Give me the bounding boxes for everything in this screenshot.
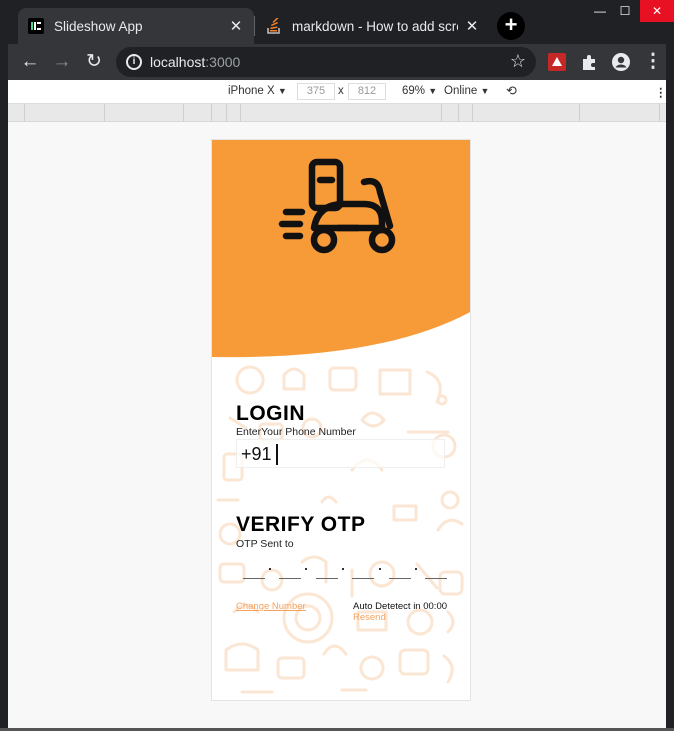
- ruler-tick: [458, 104, 459, 122]
- url-host: localhost: [150, 54, 206, 70]
- site-info-icon[interactable]: i: [126, 54, 142, 70]
- tab-markdown[interactable]: markdown - How to add screens ✕: [256, 8, 490, 44]
- tab-title: markdown - How to add screens: [292, 18, 458, 34]
- extension-puzzle-red-icon[interactable]: [547, 52, 567, 72]
- network-value: Online: [444, 85, 478, 97]
- otp-separator: [379, 568, 381, 570]
- forward-button[interactable]: →: [50, 50, 74, 74]
- otp-separator: [342, 568, 344, 570]
- auto-detect-timer: Auto Detetect in 00:00: [353, 601, 448, 612]
- otp-digit-input[interactable]: [243, 563, 265, 579]
- ruler-tick: [211, 104, 212, 122]
- window-frame-left: [0, 44, 8, 731]
- tab-close-icon[interactable]: ✕: [464, 17, 480, 35]
- ruler-tick: [579, 104, 580, 122]
- network-throttle-select[interactable]: Online ▼: [444, 85, 489, 97]
- ruler-tick: [183, 104, 184, 122]
- reload-button[interactable]: ↻: [82, 50, 106, 74]
- device-select[interactable]: iPhone X ▼: [228, 85, 287, 97]
- stackoverflow-favicon-icon: [267, 18, 280, 34]
- login-heading: LOGIN: [236, 402, 305, 425]
- dimension-times: x: [338, 85, 344, 97]
- media-query-ruler: [0, 104, 674, 122]
- ruler-tick: [240, 104, 241, 122]
- device-name: iPhone X: [228, 85, 275, 97]
- otp-digit-input[interactable]: [389, 563, 411, 579]
- device-height-input[interactable]: 812: [348, 83, 386, 100]
- maximize-button[interactable]: ☐: [610, 0, 640, 22]
- extensions-puzzle-icon[interactable]: [579, 52, 599, 72]
- dropdown-icon: ▼: [277, 86, 287, 96]
- browser-menu-icon[interactable]: ⋮: [641, 50, 665, 74]
- zoom-select[interactable]: 69% ▼: [402, 85, 437, 97]
- otp-digit-input[interactable]: [425, 563, 447, 579]
- verify-otp-heading: VERIFY OTP: [236, 513, 366, 536]
- ruler-tick: [659, 104, 660, 122]
- zoom-value: 69%: [402, 85, 426, 97]
- profile-avatar-icon[interactable]: [611, 52, 631, 72]
- tab-title: Slideshow App: [54, 18, 143, 34]
- otp-separator: [415, 568, 417, 570]
- ruler-tick: [441, 104, 442, 122]
- login-subtitle: EnterYour Phone Number: [236, 426, 356, 438]
- tab-separator: [254, 16, 255, 36]
- rotate-icon[interactable]: ⟲: [506, 83, 517, 99]
- country-code-prefix: +91: [241, 444, 272, 464]
- slideshow-favicon-icon: [28, 18, 44, 34]
- ruler-tick: [472, 104, 473, 122]
- app-screen: LOGIN EnterYour Phone Number +91 VERIFY …: [211, 139, 471, 701]
- new-tab-button[interactable]: +: [497, 12, 525, 40]
- ruler-tick: [226, 104, 227, 122]
- ruler-tick: [104, 104, 105, 122]
- scooter-delivery-icon: [278, 158, 396, 254]
- browser-toolbar: ← → ↻ i localhost:3000 ☆ ⋮: [0, 44, 674, 80]
- bookmark-star-icon[interactable]: ☆: [510, 51, 526, 72]
- ruler-tick: [24, 104, 25, 122]
- url-port: :3000: [205, 54, 241, 70]
- otp-separator: [269, 568, 271, 570]
- dropdown-icon: ▼: [480, 86, 490, 96]
- dropdown-icon: ▼: [428, 86, 438, 96]
- tab-slideshow-app[interactable]: Slideshow App ✕: [18, 8, 254, 44]
- tab-close-icon[interactable]: ✕: [228, 17, 244, 35]
- otp-digit-input[interactable]: [279, 563, 301, 579]
- window-close-button[interactable]: ✕: [640, 0, 674, 22]
- device-width-input[interactable]: 375: [297, 83, 335, 100]
- text-caret: [276, 444, 278, 465]
- otp-digit-input[interactable]: [316, 563, 338, 579]
- address-url: localhost:3000: [150, 54, 240, 70]
- device-toolbar: iPhone X ▼ 375 x 812 69% ▼ Online ▼ ⟲ ⋮: [0, 80, 674, 104]
- resend-link[interactable]: Resend: [353, 612, 386, 623]
- otp-separator: [305, 568, 307, 570]
- otp-sent-label: OTP Sent to: [236, 538, 294, 550]
- otp-digit-input[interactable]: [352, 563, 374, 579]
- back-button[interactable]: ←: [18, 50, 42, 74]
- address-bar[interactable]: i localhost:3000 ☆: [116, 47, 536, 77]
- devtools-menu-icon[interactable]: ⋮: [655, 85, 667, 99]
- window-frame-right: [666, 44, 674, 731]
- browser-titlebar: Slideshow App ✕ markdown - How to add sc…: [0, 0, 674, 44]
- phone-number-input[interactable]: +91: [236, 439, 445, 468]
- change-number-link[interactable]: Change Number: [236, 601, 306, 612]
